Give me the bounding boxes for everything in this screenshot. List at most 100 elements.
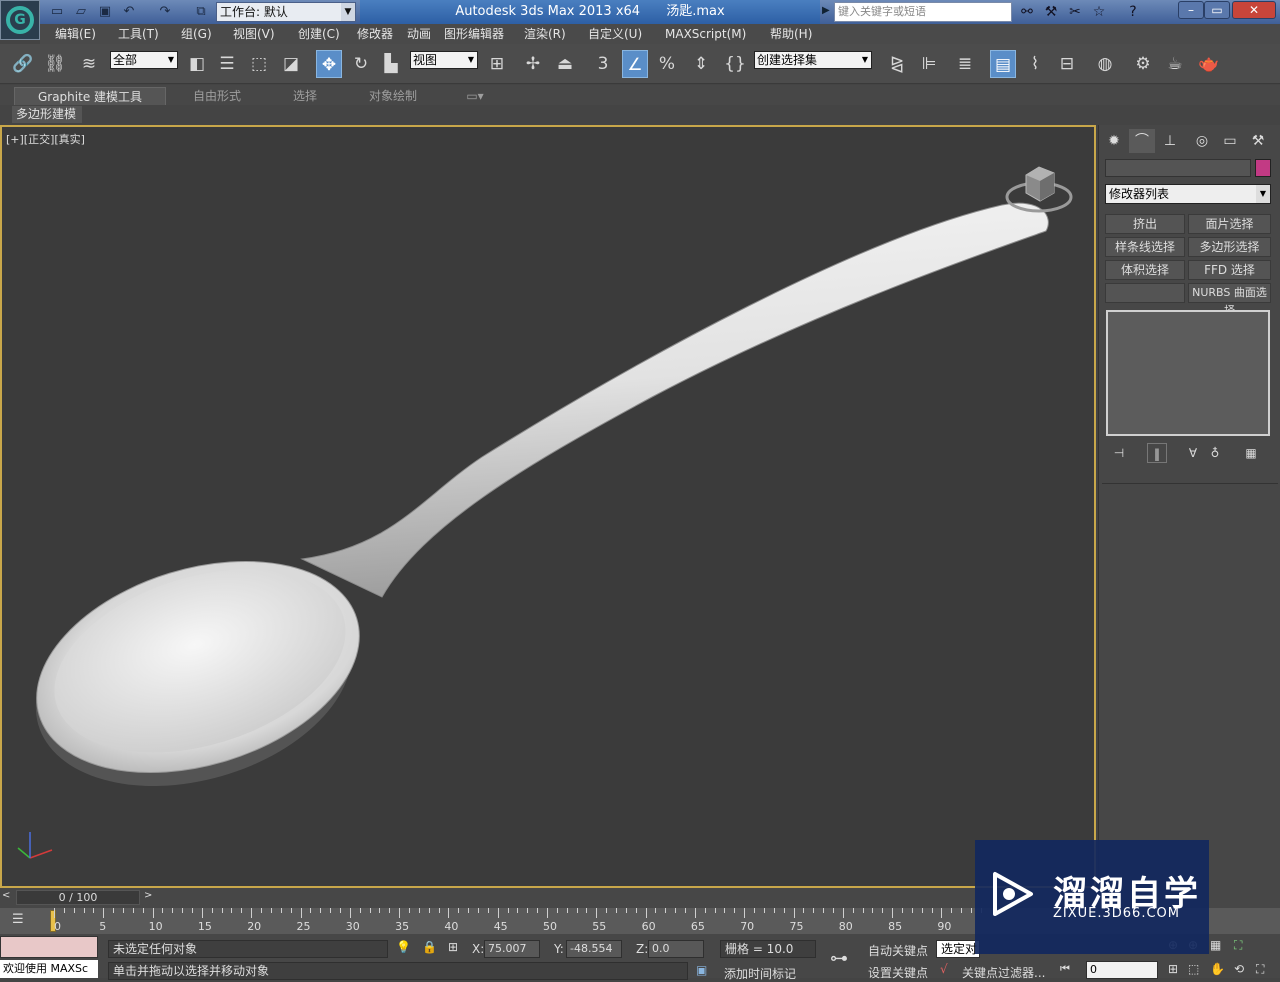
schematic-view-icon[interactable]: ⊟ bbox=[1054, 50, 1080, 78]
x-coordinate-field[interactable]: 75.007 bbox=[484, 940, 540, 958]
ribbon-options-icon[interactable]: ▭▾ bbox=[458, 87, 492, 105]
prev-frame-icon[interactable]: < bbox=[2, 890, 10, 901]
tab-polygon-modeling[interactable]: 多边形建模 bbox=[12, 106, 82, 123]
zoom-extents-all-icon[interactable]: ⛶ bbox=[1234, 938, 1242, 953]
menu-create[interactable]: 创建(C) bbox=[298, 24, 340, 44]
menu-edit[interactable]: 编辑(E) bbox=[55, 24, 96, 44]
absolute-mode-icon[interactable]: ⊞ bbox=[448, 940, 458, 954]
render-setup-icon[interactable]: ⚙ bbox=[1130, 50, 1156, 78]
add-time-tag[interactable]: 添加时间标记 bbox=[724, 965, 796, 982]
minimize-button[interactable]: – bbox=[1178, 1, 1204, 19]
key-mode-dropdown[interactable]: 选定对 bbox=[936, 940, 980, 958]
binoculars-icon[interactable]: ⚯ bbox=[1016, 2, 1038, 22]
current-frame-field[interactable]: 0 bbox=[1086, 961, 1158, 979]
selection-lock-icon[interactable]: 🔒 bbox=[422, 940, 437, 954]
ref-coord-dropdown[interactable]: 视图 ▼ bbox=[410, 51, 478, 69]
menu-tools[interactable]: 工具(T) bbox=[118, 24, 159, 44]
viewcube-icon[interactable] bbox=[1004, 157, 1074, 227]
vol-select-button[interactable]: 体积选择 bbox=[1105, 260, 1185, 280]
empty-modifier-button[interactable] bbox=[1105, 283, 1185, 303]
pivot-center-icon[interactable]: ⊞ bbox=[484, 50, 510, 78]
communication-icon[interactable]: ✂ bbox=[1064, 2, 1086, 22]
undo-icon[interactable]: ↶ bbox=[120, 3, 138, 21]
unlink-icon[interactable]: ⛓ bbox=[42, 50, 68, 78]
new-file-icon[interactable]: ▭ bbox=[48, 3, 66, 21]
spline-select-button[interactable]: 样条线选择 bbox=[1105, 237, 1185, 257]
set-key-button[interactable]: 设置关键点 bbox=[868, 964, 928, 981]
rendered-frame-icon[interactable]: ☕ bbox=[1162, 50, 1188, 78]
graphite-toggle-icon[interactable]: ▤ bbox=[990, 50, 1016, 78]
subscription-icon[interactable]: ⚒ bbox=[1040, 2, 1062, 22]
object-name-field[interactable] bbox=[1105, 159, 1251, 177]
keyboard-shortcut-override-icon[interactable]: ⏏ bbox=[552, 50, 578, 78]
render-production-icon[interactable]: 🫖 bbox=[1196, 50, 1222, 78]
manipulate-icon[interactable]: ✢ bbox=[520, 50, 546, 78]
select-object-icon[interactable]: ◧ bbox=[184, 50, 210, 78]
menu-rendering[interactable]: 渲染(R) bbox=[524, 24, 566, 44]
menu-views[interactable]: 视图(V) bbox=[233, 24, 275, 44]
pin-stack-icon[interactable]: ⊣ bbox=[1109, 443, 1129, 463]
select-and-rotate-icon[interactable]: ↻ bbox=[348, 50, 374, 78]
make-unique-icon[interactable]: ∀ bbox=[1183, 443, 1203, 463]
redo-icon[interactable]: ↷ bbox=[156, 3, 174, 21]
select-by-name-icon[interactable]: ☰ bbox=[214, 50, 240, 78]
angle-snap-icon[interactable]: ∠ bbox=[622, 50, 648, 78]
rectangular-selection-icon[interactable]: ⬚ bbox=[246, 50, 272, 78]
menu-customize[interactable]: 自定义(U) bbox=[588, 24, 642, 44]
motion-panel-icon[interactable]: ◎ bbox=[1189, 129, 1215, 153]
ffd-select-button[interactable]: FFD 选择 bbox=[1188, 260, 1271, 280]
project-folder-icon[interactable]: ⧉ bbox=[192, 3, 210, 21]
mirror-icon[interactable]: ⧎ bbox=[884, 50, 910, 78]
mini-curve-editor-icon[interactable]: ☰ bbox=[12, 912, 24, 927]
snaps-toggle-icon[interactable]: 3 bbox=[590, 50, 616, 78]
maximize-viewport-icon[interactable]: ⛶ bbox=[1256, 962, 1264, 977]
tab-object-paint[interactable]: 对象绘制 bbox=[352, 87, 434, 105]
menu-animation[interactable]: 动画 bbox=[407, 24, 431, 44]
modifier-list-dropdown[interactable]: 修改器列表 ▼ bbox=[1105, 184, 1271, 204]
perspective-viewport[interactable]: [+][正交][真实] bbox=[0, 125, 1096, 888]
display-panel-icon[interactable]: ▭ bbox=[1217, 129, 1243, 153]
help-icon[interactable]: ? bbox=[1122, 2, 1144, 22]
hierarchy-panel-icon[interactable]: ⊥ bbox=[1157, 129, 1183, 153]
tab-selection[interactable]: 选择 bbox=[270, 87, 340, 105]
selection-filter-dropdown[interactable]: 全部 ▼ bbox=[110, 51, 178, 69]
bind-space-warp-icon[interactable]: ≋ bbox=[76, 50, 102, 78]
extrude-button[interactable]: 挤出 bbox=[1105, 214, 1185, 234]
named-selection-dropdown[interactable]: 创建选择集 ▼ bbox=[754, 51, 872, 69]
menu-modifiers[interactable]: 修改器 bbox=[357, 24, 393, 44]
field-of-view-icon[interactable]: ⊞ bbox=[1168, 962, 1178, 976]
region-zoom-icon[interactable]: ⬚ bbox=[1188, 962, 1199, 976]
poly-select-button[interactable]: 多边形选择 bbox=[1188, 237, 1271, 257]
auto-key-button[interactable]: 自动关键点 bbox=[868, 942, 928, 959]
select-and-scale-icon[interactable]: ▙ bbox=[378, 50, 404, 78]
create-panel-icon[interactable]: ✹ bbox=[1101, 129, 1127, 153]
menu-help[interactable]: 帮助(H) bbox=[770, 24, 812, 44]
search-expand-icon[interactable]: ▶ bbox=[822, 5, 830, 16]
time-slider[interactable]: 0 / 100 bbox=[16, 890, 140, 905]
nurbs-surface-select-button[interactable]: NURBS 曲面选择 bbox=[1188, 283, 1271, 317]
search-input[interactable]: 键入关键字或短语 bbox=[834, 2, 1012, 22]
curve-editor-icon[interactable]: ⌇ bbox=[1022, 50, 1048, 78]
spinner-snap-icon[interactable]: ⇕ bbox=[688, 50, 714, 78]
menu-graph-editors[interactable]: 图形编辑器 bbox=[444, 24, 504, 44]
menu-maxscript[interactable]: MAXScript(M) bbox=[665, 24, 746, 44]
percent-snap-icon[interactable]: % bbox=[654, 50, 680, 78]
menu-group[interactable]: 组(G) bbox=[181, 24, 212, 44]
favorites-icon[interactable]: ☆ bbox=[1088, 2, 1110, 22]
maximize-button[interactable]: ▭ bbox=[1204, 1, 1230, 19]
spoon-model[interactable] bbox=[2, 127, 1094, 886]
goto-start-icon[interactable]: ⏮ bbox=[1060, 962, 1070, 976]
zoom-extents-icon[interactable]: ▦ bbox=[1210, 938, 1221, 952]
modifier-stack[interactable] bbox=[1106, 310, 1270, 436]
close-button[interactable]: ✕ bbox=[1232, 1, 1276, 19]
orbit-icon[interactable]: ⟲ bbox=[1234, 962, 1244, 976]
isolate-selection-icon[interactable]: 💡 bbox=[396, 940, 411, 954]
edit-named-selection-icon[interactable]: {} bbox=[722, 50, 748, 78]
link-icon[interactable]: 🔗 bbox=[10, 50, 36, 78]
time-tag-icon[interactable]: ▣ bbox=[696, 963, 707, 977]
pan-icon[interactable]: ✋ bbox=[1210, 962, 1225, 976]
modify-panel-icon[interactable]: ⌒ bbox=[1129, 129, 1155, 153]
window-crossing-icon[interactable]: ◪ bbox=[278, 50, 304, 78]
key-filters-button[interactable]: 关键点过滤器... bbox=[962, 964, 1045, 981]
workspace-dropdown[interactable]: 工作台: 默认 ▼ bbox=[216, 2, 356, 22]
